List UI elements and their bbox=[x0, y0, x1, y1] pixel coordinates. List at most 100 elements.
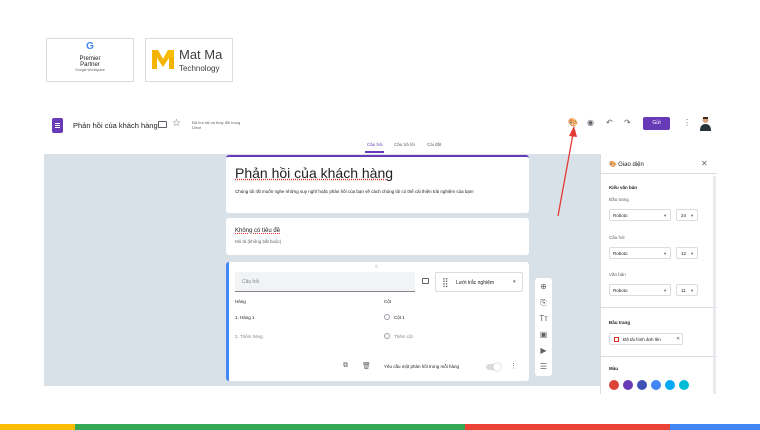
text-font-select[interactable]: Roboto ▾ bbox=[609, 284, 671, 296]
panel-divider bbox=[601, 307, 717, 308]
matma-name: Mat Ma bbox=[179, 47, 223, 62]
add-title-icon[interactable]: Tт bbox=[535, 314, 552, 323]
theme-panel-title: 🎨 Giao diện bbox=[609, 161, 644, 168]
image-icon[interactable] bbox=[422, 278, 429, 284]
grid-icon: ⣿ bbox=[442, 277, 449, 287]
column-1[interactable]: Cột 1 bbox=[394, 315, 405, 320]
question-placeholder: Câu hỏi bbox=[242, 279, 260, 285]
row-1[interactable]: 1. Hàng 1 bbox=[235, 315, 255, 320]
chevron-down-icon: ▾ bbox=[664, 213, 667, 218]
chevron-down-icon: ▾ bbox=[513, 279, 516, 285]
annotation-arrow bbox=[557, 126, 577, 217]
chevron-down-icon: ▾ bbox=[664, 288, 667, 293]
tab-settings[interactable]: Cài đặt bbox=[427, 142, 441, 147]
form-description[interactable]: Chúng tôi rất muốn nghe những suy nghĩ h… bbox=[235, 188, 525, 195]
saved-status: Đã lưu tất cả thay đổi trong Drive bbox=[192, 120, 262, 130]
section-title[interactable]: Không có tiêu đề bbox=[235, 228, 280, 234]
stripe-green bbox=[75, 424, 465, 430]
add-question-icon[interactable]: ⊕ bbox=[535, 282, 552, 291]
stripe-yellow bbox=[0, 424, 75, 430]
text-size-value: 11 bbox=[681, 288, 686, 293]
chevron-down-icon: ▾ bbox=[691, 251, 694, 256]
panel-scrollbar[interactable] bbox=[713, 176, 716, 394]
matma-sub: Technology bbox=[179, 64, 220, 73]
question-footer: ⧉ 🗑 Yêu cầu một phản hồi trong mỗi hàng … bbox=[229, 361, 529, 375]
upload-label: Đã tải hình ảnh lên bbox=[623, 337, 661, 342]
chevron-down-icon: ▾ bbox=[691, 288, 694, 293]
question-size-select[interactable]: 12 ▾ bbox=[676, 247, 698, 259]
undo-icon[interactable]: ↶ bbox=[606, 118, 613, 127]
color-heading: Màu bbox=[609, 366, 618, 371]
active-tab-indicator bbox=[365, 151, 384, 153]
add-image-icon[interactable]: ▣ bbox=[535, 330, 552, 339]
question-font-select[interactable]: Roboto ▾ bbox=[609, 247, 671, 259]
text-font-label: Văn bản bbox=[609, 272, 626, 277]
question-font-value: Roboto bbox=[613, 251, 628, 256]
chevron-down-icon: ▾ bbox=[664, 251, 667, 256]
header-image-heading: Đầu trang bbox=[609, 320, 631, 325]
text-font-value: Roboto bbox=[613, 288, 628, 293]
theme-title-text: Giao diện bbox=[618, 162, 644, 168]
form-title[interactable]: Phản hồi của khách hàng bbox=[235, 165, 393, 181]
question-input[interactable]: Câu hỏi bbox=[235, 272, 415, 292]
floating-toolbar: ⊕ ⎘ Tт ▣ ▶ ☰ bbox=[535, 278, 552, 376]
header-size-value: 24 bbox=[681, 213, 687, 218]
section-card[interactable]: Không có tiêu đề Mô tả (không bắt buộc) bbox=[226, 218, 529, 255]
section-description[interactable]: Mô tả (không bắt buộc) bbox=[235, 239, 281, 244]
header-font-select[interactable]: Roboto ▾ bbox=[609, 209, 671, 221]
drag-handle-icon[interactable]: ⠿ bbox=[375, 264, 378, 269]
question-more-icon[interactable]: ⋮ bbox=[510, 362, 517, 370]
close-icon[interactable]: ✕ bbox=[701, 159, 708, 168]
duplicate-icon[interactable]: ⧉ bbox=[343, 362, 348, 370]
question-card[interactable]: ⠿ Câu hỏi ⣿ Lưới trắc nghiệm ▾ Hàng Cột … bbox=[226, 262, 529, 381]
forms-icon[interactable] bbox=[52, 118, 63, 133]
color-swatch[interactable] bbox=[609, 380, 619, 390]
question-font-label: Câu hỏi bbox=[609, 235, 625, 240]
color-swatch[interactable] bbox=[623, 380, 633, 390]
require-toggle[interactable] bbox=[486, 363, 501, 371]
color-swatch[interactable] bbox=[679, 380, 689, 390]
close-icon[interactable]: ✕ bbox=[676, 336, 680, 342]
panel-divider bbox=[601, 173, 717, 174]
question-size-value: 12 bbox=[681, 251, 687, 256]
partner-workspace: Google Workspace bbox=[75, 68, 105, 72]
add-column-radio-icon bbox=[384, 333, 390, 339]
rows-header: Hàng bbox=[235, 299, 246, 304]
theme-panel: 🎨 Giao diện ✕ Kiểu văn bản Đầu trang Rob… bbox=[600, 154, 717, 394]
more-icon[interactable]: ⋮ bbox=[683, 118, 691, 127]
header-font-value: Roboto bbox=[613, 213, 628, 218]
uploaded-image-chip[interactable]: Đã tải hình ảnh lên ✕ bbox=[609, 333, 683, 345]
header-size-select[interactable]: 24 ▾ bbox=[676, 209, 698, 221]
color-swatch[interactable] bbox=[651, 380, 661, 390]
stripe-blue bbox=[670, 424, 760, 430]
color-swatch[interactable] bbox=[665, 380, 675, 390]
question-type-select[interactable]: ⣿ Lưới trắc nghiệm ▾ bbox=[435, 272, 523, 292]
form-title-header[interactable]: Phản hồi của khách hàng bbox=[73, 121, 158, 130]
add-column[interactable]: Thêm cột bbox=[394, 334, 413, 339]
avatar[interactable] bbox=[699, 116, 712, 131]
add-video-icon[interactable]: ▶ bbox=[535, 346, 552, 355]
cols-header: Cột bbox=[384, 299, 392, 304]
folder-icon[interactable] bbox=[158, 121, 167, 128]
saved-line2: Drive bbox=[192, 125, 202, 130]
tab-questions[interactable]: Câu hỏi bbox=[367, 142, 383, 147]
chevron-down-icon: ▾ bbox=[691, 213, 694, 218]
panel-divider bbox=[601, 356, 717, 357]
add-row[interactable]: 2. Thêm hàng bbox=[235, 334, 263, 339]
star-icon[interactable]: ☆ bbox=[172, 118, 181, 129]
matma-logo: Mat Ma Technology bbox=[145, 38, 233, 82]
image-icon bbox=[614, 337, 619, 342]
form-title-card[interactable]: Phản hồi của khách hàng Chúng tôi rất mu… bbox=[226, 155, 529, 213]
text-size-select[interactable]: 11 ▾ bbox=[676, 284, 698, 296]
delete-icon[interactable]: 🗑 bbox=[362, 362, 371, 370]
import-questions-icon[interactable]: ⎘ bbox=[535, 298, 552, 308]
google-g-icon: G bbox=[86, 41, 94, 52]
color-swatch[interactable] bbox=[637, 380, 647, 390]
send-button[interactable]: Gửi bbox=[643, 117, 670, 130]
add-section-icon[interactable]: ☰ bbox=[535, 362, 552, 371]
preview-icon[interactable]: ◉ bbox=[587, 118, 594, 127]
header-font-label: Đầu trang bbox=[609, 197, 629, 202]
tab-responses[interactable]: Câu trả lời bbox=[394, 142, 415, 147]
text-style-heading: Kiểu văn bản bbox=[609, 185, 638, 190]
redo-icon[interactable]: ↷ bbox=[624, 118, 631, 127]
